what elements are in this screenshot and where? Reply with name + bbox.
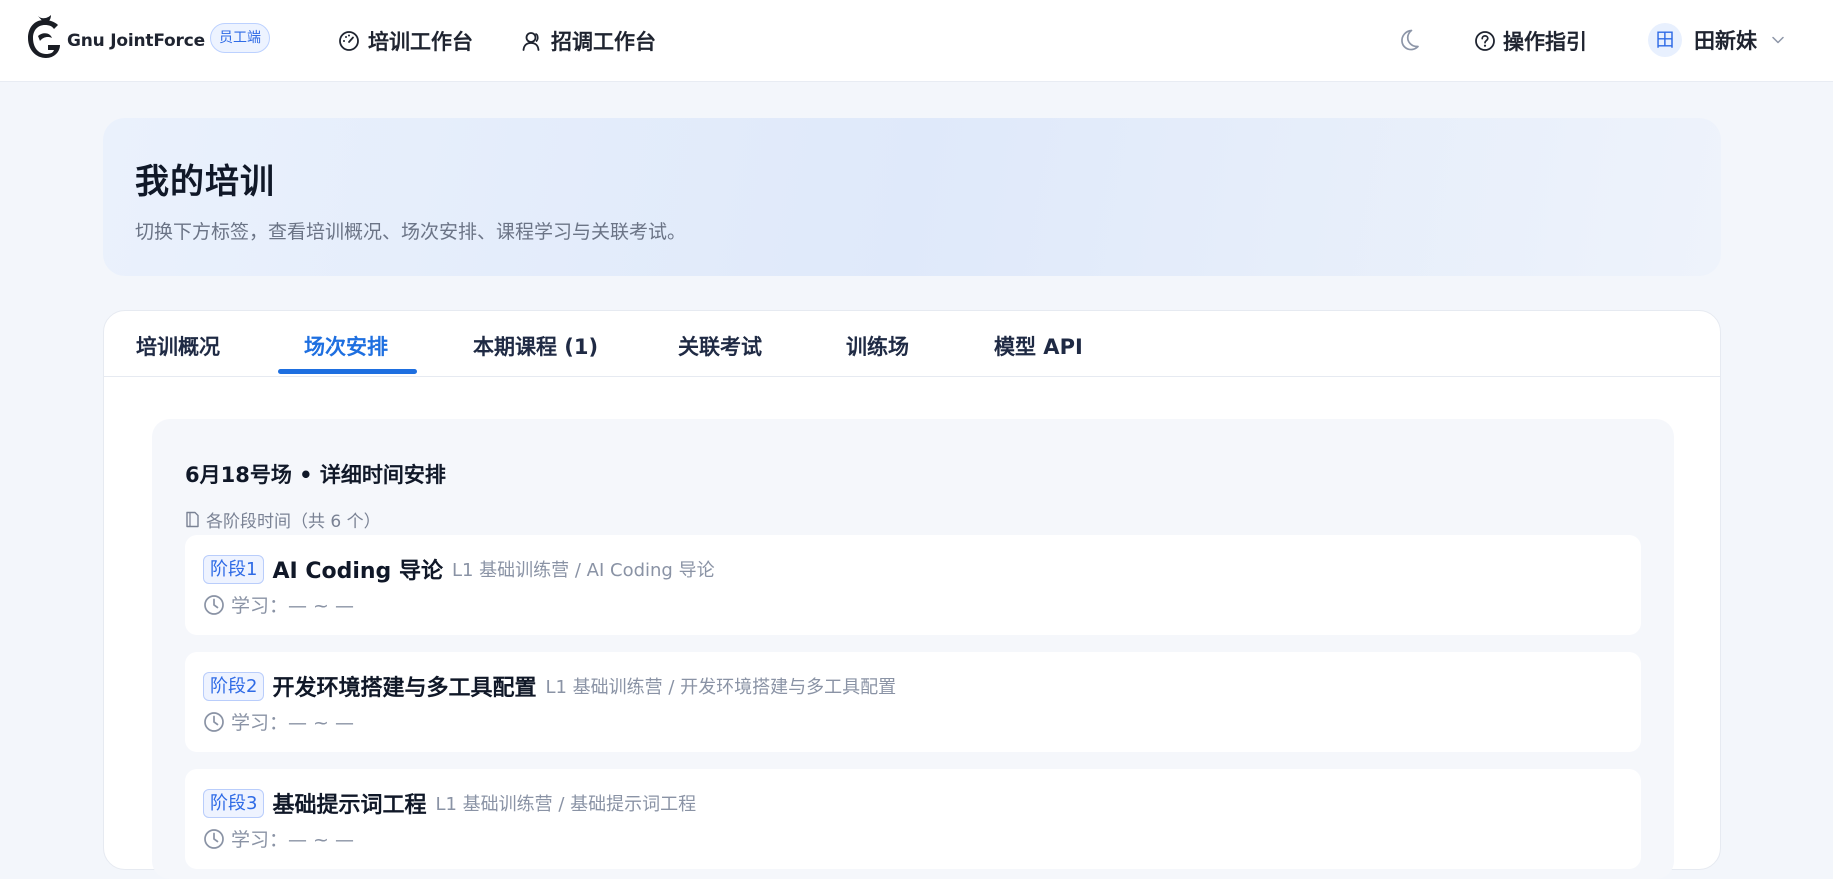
- tab-overview[interactable]: 培训概况: [136, 331, 220, 361]
- stage-badge: 阶段3: [203, 788, 265, 818]
- tab-courses[interactable]: 本期课程 (1): [473, 331, 598, 361]
- page-subtitle: 切换下方标签，查看培训概况、场次安排、课程学习与关联考试。: [135, 221, 687, 243]
- stage-name: 基础提示词工程: [272, 793, 427, 818]
- stage-name: 开发环境搭建与多工具配置: [272, 676, 537, 701]
- stage-time-text: 学习：— ~ —: [231, 595, 354, 617]
- document-icon: [186, 511, 199, 528]
- dashboard-icon: [339, 31, 359, 51]
- gnu-logo-icon[interactable]: [24, 14, 64, 64]
- page-title: 我的培训: [135, 162, 275, 202]
- clock-icon: [204, 594, 224, 615]
- guide-button[interactable]: 操作指引: [1474, 24, 1587, 58]
- stage-item[interactable]: 阶段3 基础提示词工程 L1 基础训练营 / 基础提示词工程 学习：— ~ —: [185, 769, 1641, 869]
- clock-icon: [204, 828, 224, 849]
- stage-badge: 阶段2: [203, 671, 265, 701]
- stage-time: 学习：— ~ —: [203, 708, 354, 735]
- tab-schedule[interactable]: 场次安排: [304, 331, 388, 361]
- schedule-title: 6月18号场 • 详细时间安排: [185, 463, 446, 487]
- schedule-panel: 6月18号场 • 详细时间安排 各阶段时间（共 6 个） 阶段1 AI Codi…: [152, 419, 1674, 879]
- stage-time-text: 学习：— ~ —: [231, 712, 354, 734]
- user-name: 田新妹: [1694, 29, 1757, 53]
- help-icon: [1475, 31, 1495, 51]
- tab-exams[interactable]: 关联考试: [678, 331, 762, 361]
- nav-recruitment-workbench[interactable]: 招调工作台: [521, 24, 656, 58]
- guide-label: 操作指引: [1503, 30, 1587, 54]
- tab-practice[interactable]: 训练场: [846, 331, 909, 361]
- stage-time: 学习：— ~ —: [203, 591, 354, 618]
- tab-bar: 培训概况 场次安排 本期课程 (1) 关联考试 训练场 模型 API: [104, 311, 1720, 377]
- stage-time-text: 学习：— ~ —: [231, 829, 354, 851]
- hero-banner: 我的培训 切换下方标签，查看培训概况、场次安排、课程学习与关联考试。: [103, 118, 1721, 276]
- avatar: 田: [1648, 23, 1682, 57]
- stage-time: 学习：— ~ —: [203, 825, 354, 852]
- stage-name: AI Coding 导论: [272, 559, 443, 584]
- stage-path: L1 基础训练营 / 基础提示词工程: [435, 794, 697, 815]
- clock-icon: [204, 711, 224, 732]
- schedule-meta: 各阶段时间（共 6 个）: [185, 507, 381, 532]
- schedule-meta-text: 各阶段时间（共 6 个）: [206, 512, 381, 532]
- nav-label: 招调工作台: [551, 30, 656, 54]
- stage-path: L1 基础训练营 / AI Coding 导论: [451, 560, 715, 581]
- active-tab-indicator: [278, 369, 417, 374]
- stage-item[interactable]: 阶段2 开发环境搭建与多工具配置 L1 基础训练营 / 开发环境搭建与多工具配置…: [185, 652, 1641, 752]
- stage-item[interactable]: 阶段1 AI Coding 导论 L1 基础训练营 / AI Coding 导论…: [185, 535, 1641, 635]
- nav-training-workbench[interactable]: 培训工作台: [338, 24, 473, 58]
- top-bar: Gnu JointForce 员工端 培训工作台 招调工作台 操作指引 田 田新…: [0, 0, 1833, 82]
- tab-model-api[interactable]: 模型 API: [994, 331, 1083, 361]
- nav-label: 培训工作台: [368, 30, 473, 54]
- brand-name: Gnu JointForce: [67, 31, 205, 51]
- user-menu[interactable]: 田 田新妹: [1648, 21, 1785, 59]
- chevron-down-icon: [1772, 36, 1784, 44]
- stage-badge: 阶段1: [203, 554, 265, 584]
- user-icon: [522, 32, 540, 51]
- moon-icon[interactable]: [1395, 27, 1421, 53]
- stage-path: L1 基础训练营 / 开发环境搭建与多工具配置: [545, 677, 897, 698]
- training-card: 培训概况 场次安排 本期课程 (1) 关联考试 训练场 模型 API 6月18号…: [103, 310, 1721, 879]
- role-badge: 员工端: [210, 23, 270, 53]
